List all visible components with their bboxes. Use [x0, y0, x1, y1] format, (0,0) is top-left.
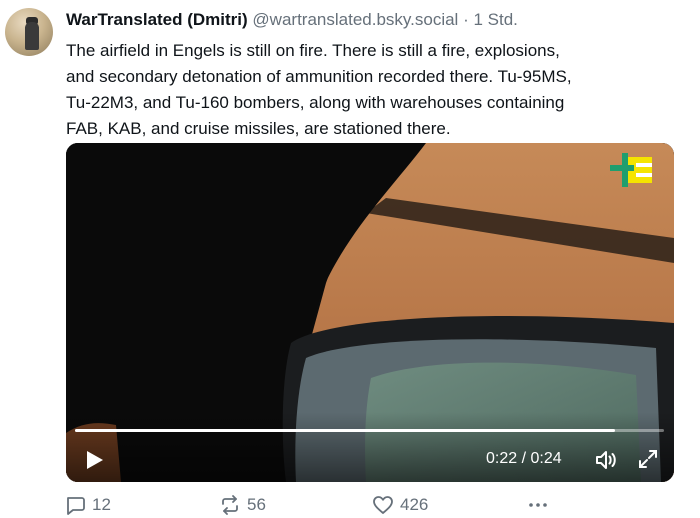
- like-icon: [373, 496, 393, 514]
- more-button[interactable]: [526, 494, 550, 516]
- video-controls: [66, 412, 674, 482]
- post-text-line: Tu-22M3, and Tu-160 bombers, along with …: [66, 93, 565, 112]
- avatar[interactable]: [5, 8, 53, 56]
- expand-icon[interactable]: [637, 448, 659, 470]
- like-button[interactable]: 426: [372, 494, 428, 516]
- reply-count: 12: [92, 495, 111, 514]
- reply-icon: [67, 497, 85, 515]
- progress-bar[interactable]: [75, 429, 664, 432]
- post-actions: 12 56 426: [64, 494, 564, 518]
- like-count: 426: [400, 495, 429, 514]
- post-time[interactable]: 1 Std.: [473, 10, 517, 29]
- repost-count: 56: [247, 495, 266, 514]
- separator-dot: ·: [463, 10, 469, 29]
- channel-logo: [610, 153, 652, 187]
- progress-fill: [75, 429, 615, 432]
- reply-button[interactable]: 12: [64, 494, 111, 516]
- author-name[interactable]: WarTranslated (Dmitri): [66, 10, 248, 29]
- post-text: The airfield in Engels is still on fire.…: [66, 38, 676, 142]
- repost-icon: [222, 495, 238, 515]
- speaker-icon[interactable]: [594, 448, 618, 472]
- more-icon: [529, 503, 547, 507]
- post-text-line: FAB, KAB, and cruise missiles, are stati…: [66, 119, 451, 138]
- video-time: 0:22 / 0:24: [486, 450, 562, 467]
- avatar-figure: [25, 22, 39, 50]
- repost-button[interactable]: 56: [219, 494, 266, 516]
- post-text-line: and secondary detonation of ammunition r…: [66, 67, 572, 86]
- author-handle[interactable]: @wartranslated.bsky.social: [252, 10, 458, 29]
- post-header: WarTranslated (Dmitri) @wartranslated.bs…: [66, 10, 518, 30]
- play-icon[interactable]: [82, 448, 106, 472]
- post-text-line: The airfield in Engels is still on fire.…: [66, 41, 560, 60]
- video-player[interactable]: 0:22 / 0:24: [66, 143, 674, 482]
